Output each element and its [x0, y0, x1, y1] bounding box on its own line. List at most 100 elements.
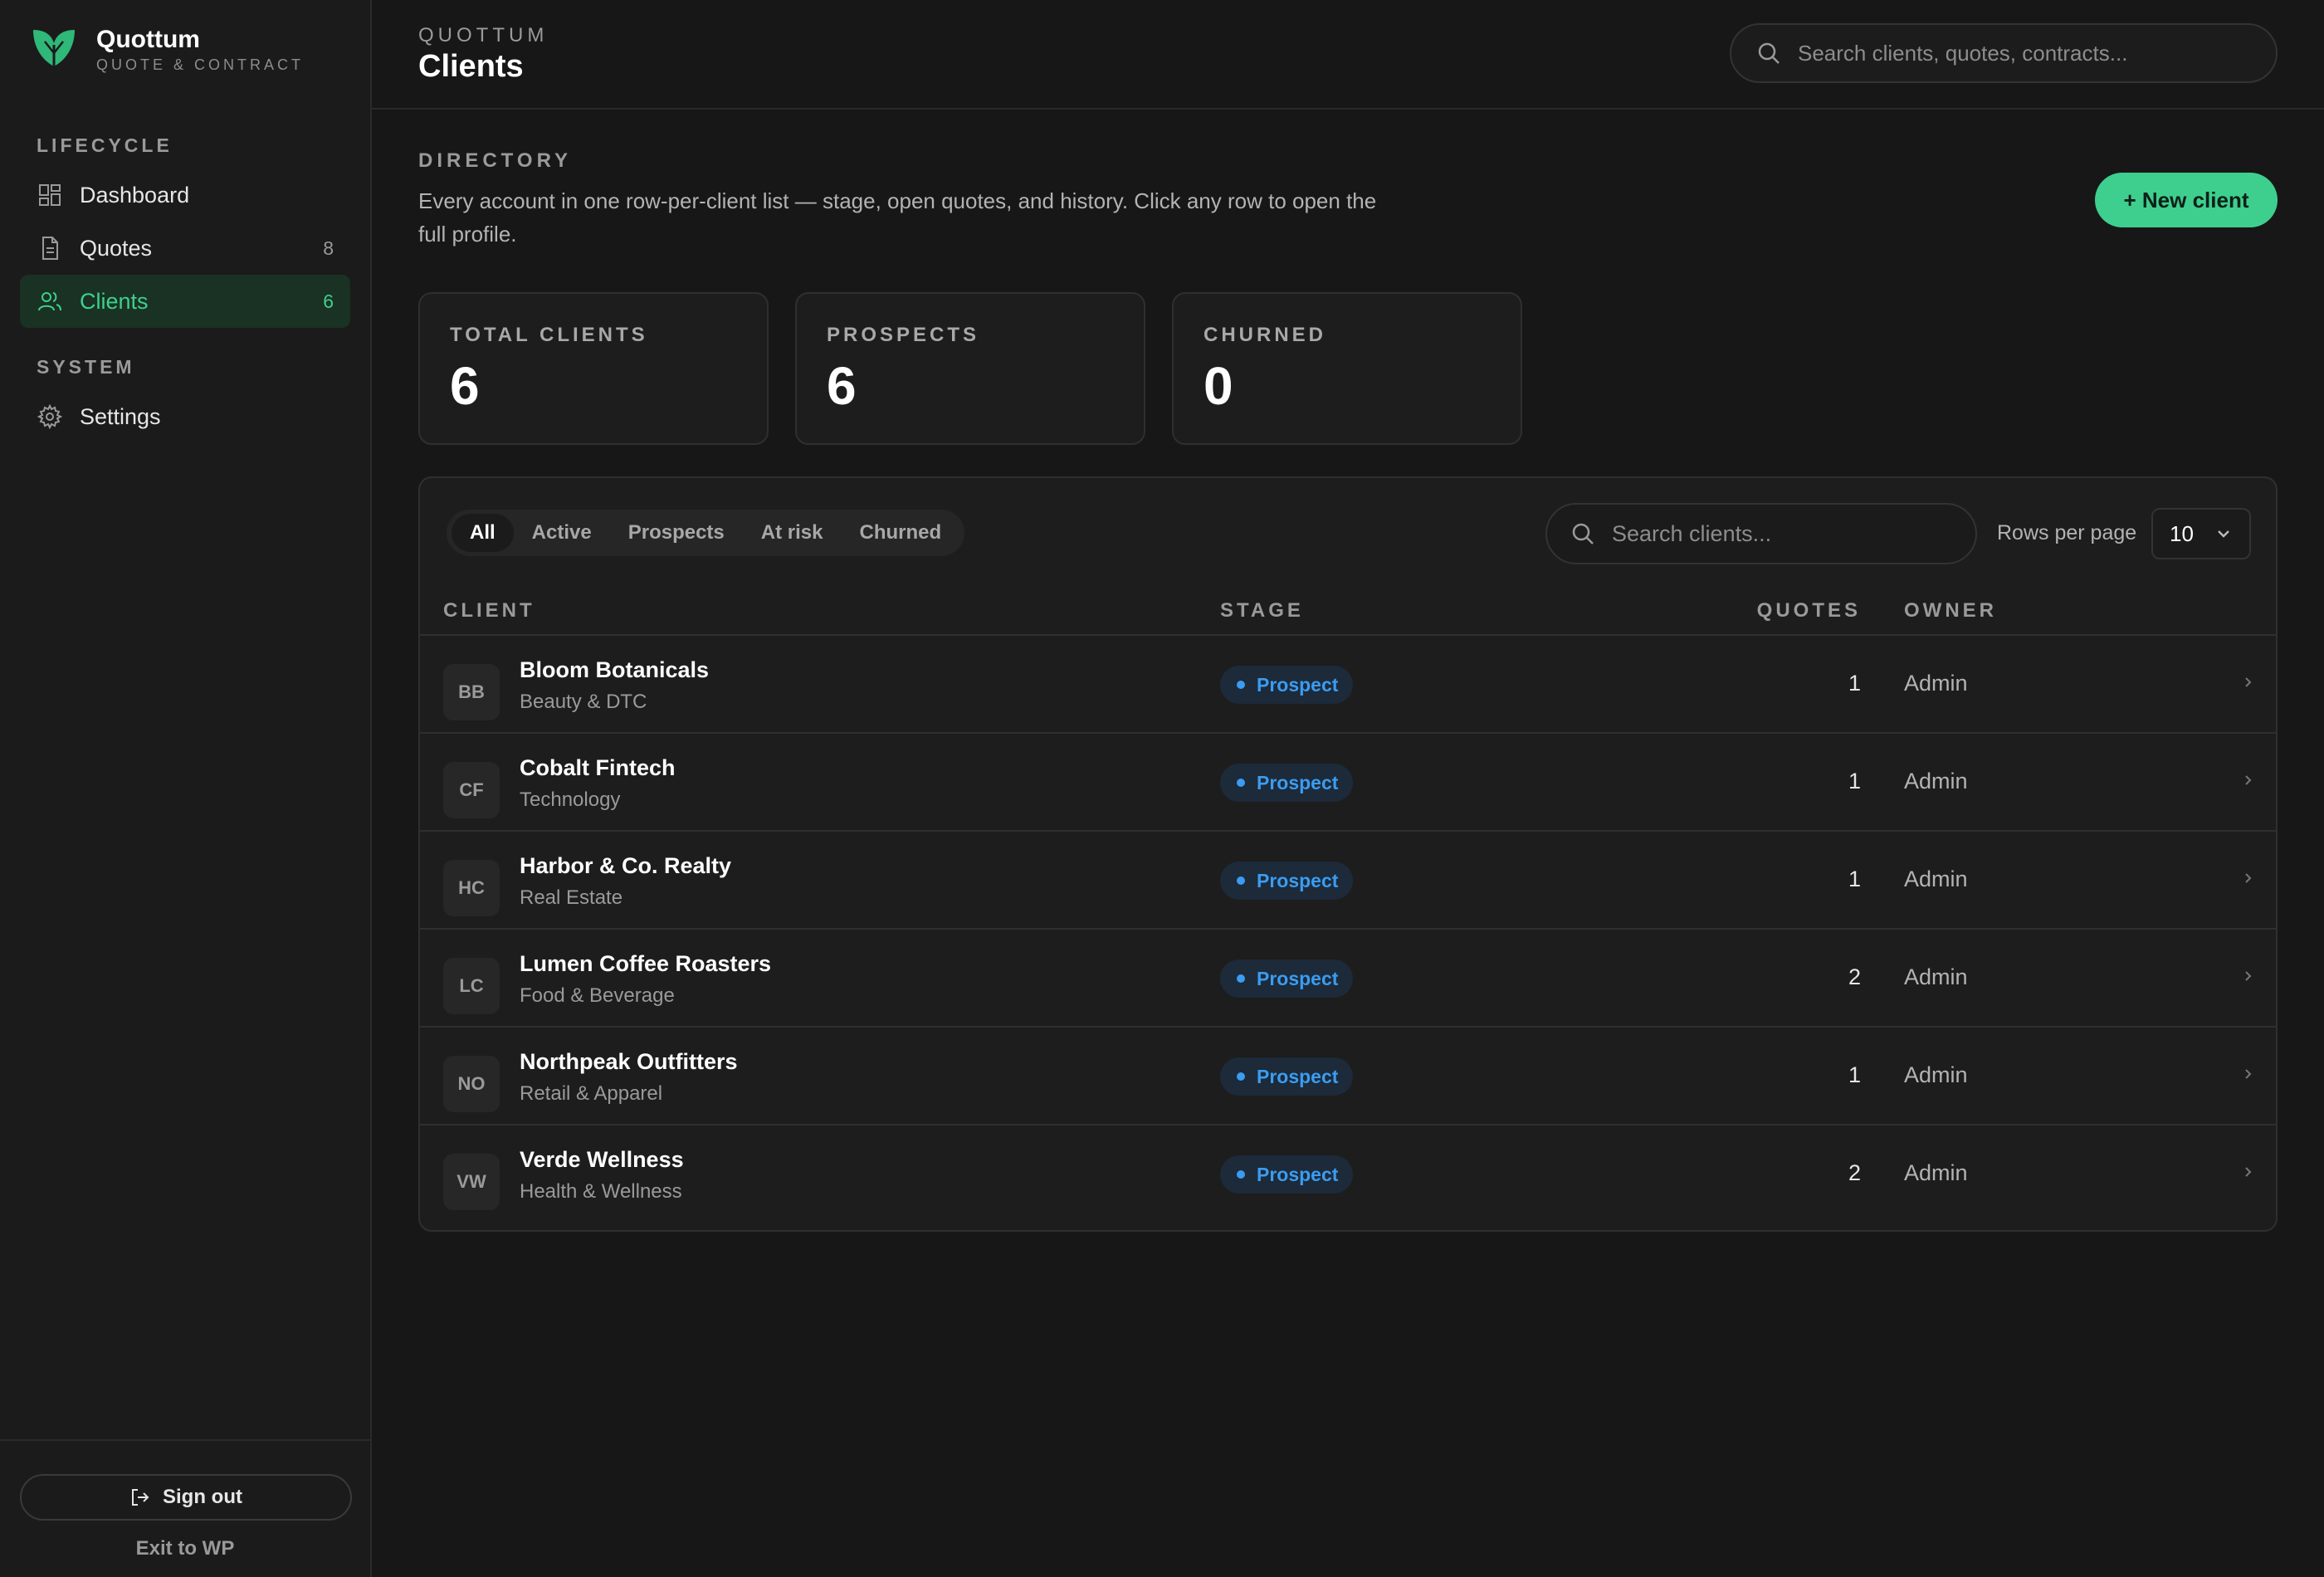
client-avatar: CF: [443, 762, 500, 818]
chevron-right-icon: [2245, 971, 2252, 981]
table-row[interactable]: VW Verde Wellness Health & Wellness Pros…: [420, 1125, 2276, 1223]
column-header-quotes[interactable]: QUOTES: [1757, 599, 1861, 622]
sidebar-item-quotes[interactable]: Quotes 8: [20, 222, 350, 275]
quotes-count: 2: [1848, 964, 1861, 989]
stat-label: CHURNED: [1204, 324, 1326, 346]
stage-badge: Prospect: [1220, 1155, 1354, 1194]
rows-per-page-select[interactable]: 10: [2151, 508, 2251, 559]
directory-description: Every account in one row-per-client list…: [418, 188, 1377, 247]
client-name: Harbor & Co. Realty: [520, 853, 732, 878]
search-icon: [1572, 523, 1594, 544]
stage-label: Prospect: [1257, 1163, 1339, 1185]
client-industry: Health & Wellness: [520, 1180, 682, 1203]
stat-value: 0: [1204, 356, 1233, 416]
stats-row: TOTAL CLIENTS 6 PROSPECTS 6 CHURNED 0: [418, 292, 2278, 445]
sidebar-item-dashboard[interactable]: Dashboard: [20, 168, 350, 222]
client-avatar: NO: [443, 1056, 500, 1112]
search-icon: [1758, 42, 1780, 64]
status-dot-icon: [1237, 1170, 1245, 1179]
global-search-input[interactable]: Search clients, quotes, contracts...: [1730, 23, 2278, 83]
status-dot-icon: [1237, 779, 1245, 787]
filter-tab-churned[interactable]: Churned: [841, 514, 959, 552]
filter-tab-at-risk[interactable]: At risk: [743, 514, 842, 552]
stage-badge: Prospect: [1220, 764, 1354, 802]
client-industry: Technology: [520, 788, 621, 811]
stat-label: PROSPECTS: [827, 324, 980, 346]
sign-out-icon: [132, 1489, 149, 1506]
stage-badge: Prospect: [1220, 862, 1354, 900]
column-header-client[interactable]: CLIENT: [443, 599, 535, 622]
owner-name: Admin: [1904, 1062, 1968, 1087]
table-row[interactable]: CF Cobalt Fintech Technology Prospect 1 …: [420, 734, 2276, 832]
client-industry: Food & Beverage: [520, 984, 675, 1007]
nav-heading-system: SYSTEM: [37, 356, 135, 378]
page-eyebrow: QUOTTUM: [418, 23, 549, 46]
leaf-logo-icon: [33, 30, 75, 66]
table-row[interactable]: NO Northpeak Outfitters Retail & Apparel…: [420, 1028, 2276, 1125]
owner-name: Admin: [1904, 964, 1968, 989]
stat-card-prospects: PROSPECTS 6: [795, 292, 1145, 445]
table-header: CLIENT STAGE QUOTES OWNER: [420, 588, 2276, 636]
sidebar-item-label: Clients: [80, 288, 149, 314]
table-row[interactable]: LC Lumen Coffee Roasters Food & Beverage…: [420, 930, 2276, 1028]
client-name: Verde Wellness: [520, 1147, 684, 1172]
filter-tab-active[interactable]: Active: [514, 514, 610, 552]
table-toolbar: All Active Prospects At risk Churned Sea…: [420, 478, 2276, 588]
sidebar-item-label: Quotes: [80, 235, 153, 261]
quotes-count: 1: [1848, 769, 1861, 793]
sidebar-item-count: 8: [323, 237, 334, 259]
filter-tab-prospects[interactable]: Prospects: [610, 514, 743, 552]
users-icon: [38, 292, 61, 311]
client-search-input[interactable]: Search clients...: [1545, 503, 1977, 564]
client-avatar: HC: [443, 860, 500, 916]
brand-name: Quottum: [96, 25, 200, 53]
sidebar-item-settings[interactable]: Settings: [20, 390, 350, 443]
stage-badge: Prospect: [1220, 959, 1354, 998]
stat-card-churned: CHURNED 0: [1172, 292, 1522, 445]
page-title: Clients: [418, 48, 524, 84]
exit-to-wp-link[interactable]: Exit to WP: [20, 1537, 350, 1560]
stage-label: Prospect: [1257, 1065, 1339, 1087]
new-client-button[interactable]: + New client: [2095, 173, 2278, 227]
table-row[interactable]: HC Harbor & Co. Realty Real Estate Prosp…: [420, 832, 2276, 930]
sidebar-item-label: Dashboard: [80, 182, 190, 208]
status-dot-icon: [1237, 1072, 1245, 1081]
gear-icon: [37, 403, 63, 430]
client-industry: Real Estate: [520, 886, 623, 909]
nav-heading-lifecycle: LIFECYCLE: [37, 134, 173, 156]
stat-value: 6: [450, 356, 480, 416]
directory-eyebrow: DIRECTORY: [418, 149, 573, 172]
column-header-owner[interactable]: OWNER: [1904, 599, 1997, 622]
client-industry: Beauty & DTC: [520, 691, 647, 713]
stage-label: Prospect: [1257, 673, 1339, 696]
status-dot-icon: [1237, 876, 1245, 885]
column-header-stage[interactable]: STAGE: [1220, 599, 1304, 622]
table-row[interactable]: BB Bloom Botanicals Beauty & DTC Prospec…: [420, 636, 2276, 734]
filter-tab-all[interactable]: All: [452, 514, 514, 552]
sidebar-item-clients[interactable]: Clients 6: [20, 275, 350, 328]
client-avatar: VW: [443, 1154, 500, 1210]
owner-name: Admin: [1904, 769, 1968, 793]
sidebar-footer: Sign out Exit to WP: [0, 1439, 370, 1577]
rows-per-page-value: 10: [2170, 520, 2194, 546]
stage-label: Prospect: [1257, 967, 1339, 989]
sidebar-item-label: Settings: [80, 403, 161, 429]
sign-out-button[interactable]: Sign out: [20, 1474, 352, 1521]
client-search-placeholder: Search clients...: [1612, 520, 1772, 546]
topbar: QUOTTUM Clients Search clients, quotes, …: [372, 0, 2324, 110]
quotes-count: 1: [1848, 867, 1861, 891]
sidebar-item-count: 6: [323, 290, 334, 312]
sign-out-label: Sign out: [163, 1486, 242, 1508]
chevron-right-icon: [2245, 1069, 2252, 1079]
sidebar: Quottum QUOTE & CONTRACT LIFECYCLE Dashb…: [0, 0, 372, 1577]
status-dot-icon: [1237, 974, 1245, 983]
quotes-count: 1: [1848, 1062, 1861, 1087]
client-avatar: LC: [443, 958, 500, 1014]
stage-badge: Prospect: [1220, 1057, 1354, 1096]
chevron-down-icon: [2218, 530, 2229, 538]
client-name: Lumen Coffee Roasters: [520, 951, 772, 976]
table-body: BB Bloom Botanicals Beauty & DTC Prospec…: [420, 636, 2276, 1223]
filter-tabs: All Active Prospects At risk Churned: [447, 510, 965, 556]
owner-name: Admin: [1904, 867, 1968, 891]
brand[interactable]: Quottum QUOTE & CONTRACT: [0, 0, 370, 98]
